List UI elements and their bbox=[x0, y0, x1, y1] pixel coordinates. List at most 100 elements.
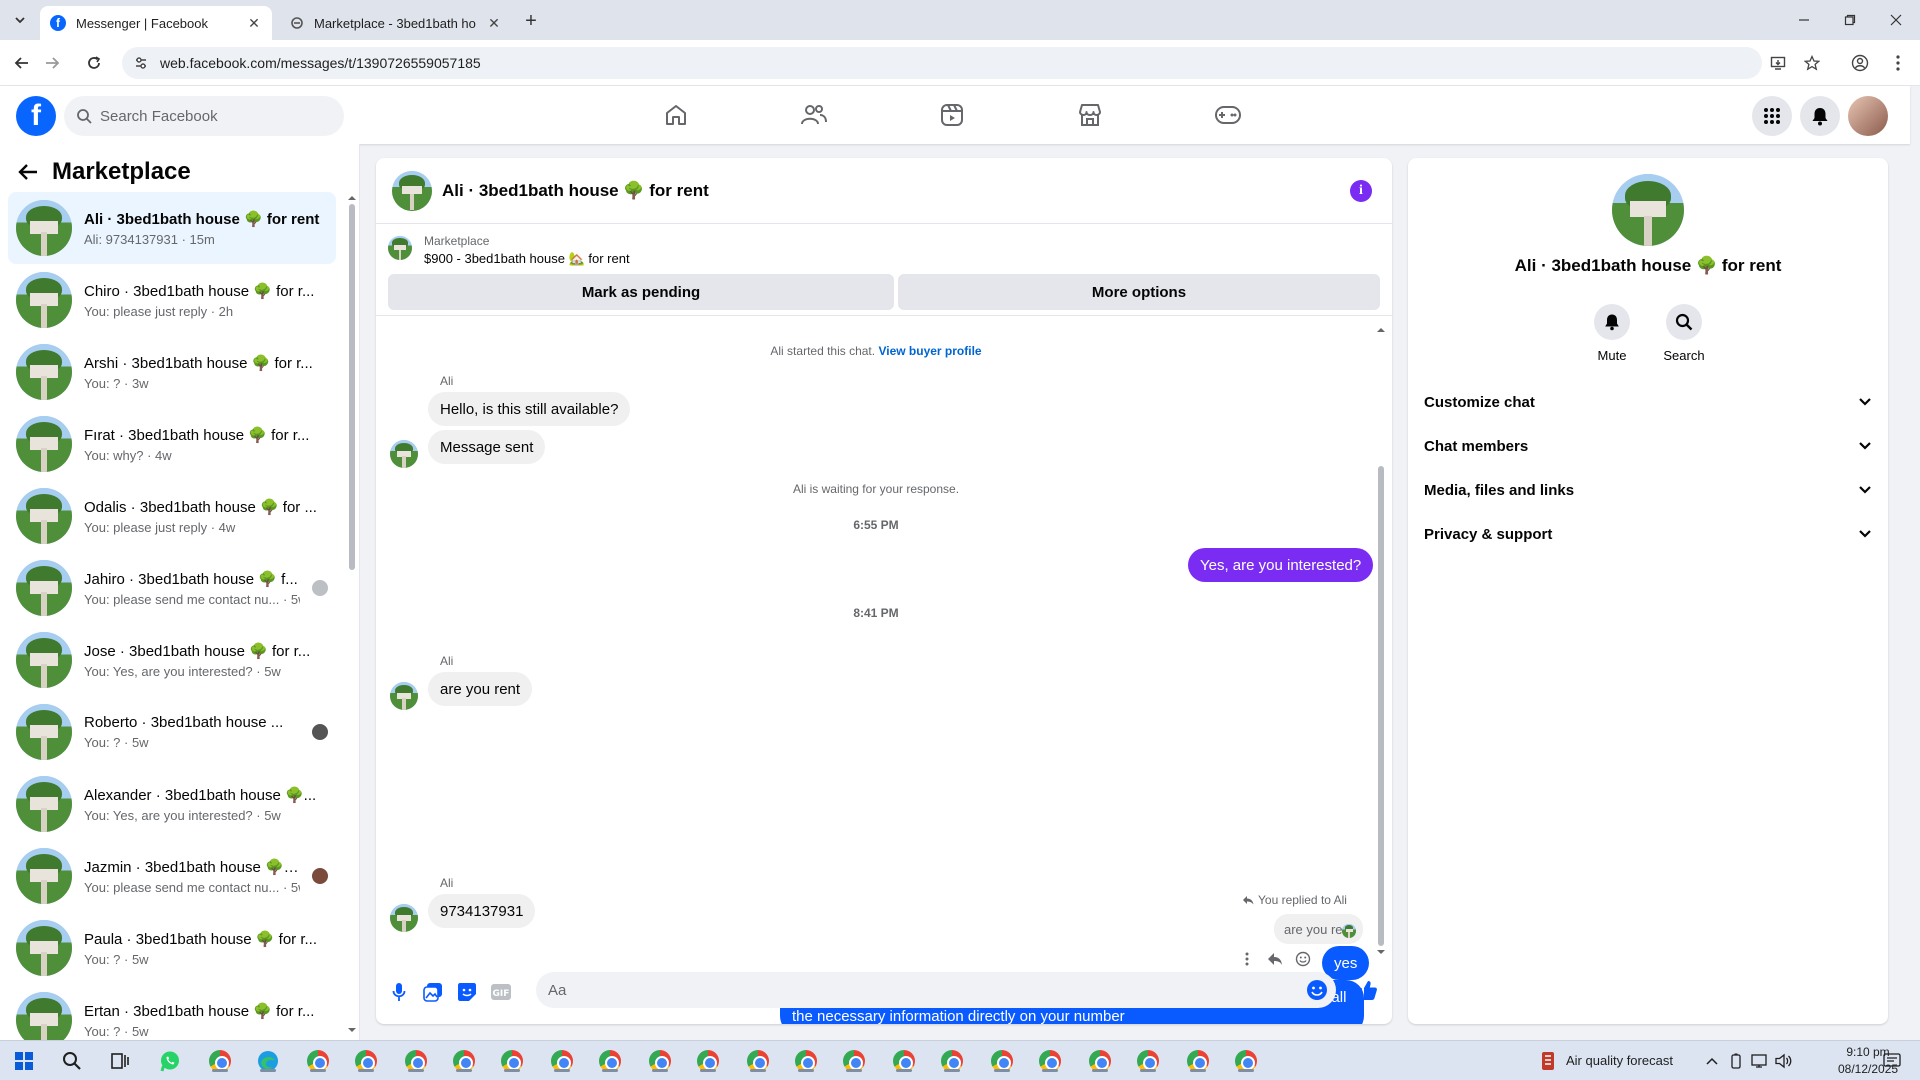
notifications-bell-icon[interactable] bbox=[1800, 96, 1840, 136]
conversation-item[interactable]: Ali · 3bed1bath house 🌳 for rent Ali: 973… bbox=[8, 192, 336, 264]
view-buyer-profile-link[interactable]: View buyer profile bbox=[878, 344, 981, 358]
chrome-window-icon[interactable] bbox=[696, 1049, 720, 1073]
chrome-window-icon[interactable] bbox=[892, 1049, 916, 1073]
conversation-item[interactable]: Chiro · 3bed1bath house 🌳 for r... You: p… bbox=[8, 264, 336, 336]
sender-avatar[interactable] bbox=[390, 904, 418, 932]
chrome-window-icon[interactable] bbox=[746, 1049, 770, 1073]
chrome-window-icon[interactable] bbox=[1186, 1049, 1210, 1073]
chat-scrollbar[interactable] bbox=[1376, 326, 1386, 956]
list-scrollbar[interactable] bbox=[348, 194, 356, 1034]
facebook-logo-icon[interactable]: f bbox=[16, 96, 56, 136]
conversation-item[interactable]: Arshi · 3bed1bath house 🌳 for r... You: ?… bbox=[8, 336, 336, 408]
listing-thumbnail[interactable] bbox=[388, 236, 412, 260]
tab-messenger[interactable]: f Messenger | Facebook ✕ bbox=[40, 6, 272, 40]
menu-grid-icon[interactable] bbox=[1752, 96, 1792, 136]
chrome-window-icon[interactable] bbox=[990, 1049, 1014, 1073]
whatsapp-icon[interactable] bbox=[158, 1049, 182, 1073]
chat-scrollbar-thumb[interactable] bbox=[1378, 466, 1384, 946]
close-window-icon[interactable] bbox=[1884, 8, 1908, 32]
sender-avatar[interactable] bbox=[390, 440, 418, 468]
emoji-picker-icon[interactable] bbox=[1306, 979, 1328, 1001]
task-view-icon[interactable] bbox=[108, 1049, 132, 1073]
details-avatar[interactable] bbox=[1612, 174, 1684, 246]
facebook-search-input[interactable]: Search Facebook bbox=[64, 96, 344, 136]
chat-avatar[interactable] bbox=[392, 170, 432, 211]
chrome-window-icon[interactable] bbox=[1136, 1049, 1160, 1073]
like-thumb-icon[interactable] bbox=[1356, 979, 1378, 1001]
chrome-window-icon[interactable] bbox=[550, 1049, 574, 1073]
tab-marketplace[interactable]: Marketplace - 3bed1bath house ✕ bbox=[280, 6, 512, 40]
chrome-window-icon[interactable] bbox=[1234, 1049, 1258, 1073]
chrome-window-icon[interactable] bbox=[452, 1049, 476, 1073]
chrome-window-icon[interactable] bbox=[648, 1049, 672, 1073]
info-icon[interactable]: i bbox=[1350, 180, 1372, 202]
show-hidden-icons-chevron-icon[interactable] bbox=[1700, 1049, 1724, 1073]
chrome-window-icon[interactable] bbox=[794, 1049, 818, 1073]
search-in-conversation-button[interactable]: Search bbox=[1654, 304, 1714, 363]
new-tab-button[interactable]: + bbox=[520, 10, 542, 32]
back-arrow-icon[interactable] bbox=[18, 163, 38, 181]
sticker-icon[interactable] bbox=[456, 981, 478, 1003]
customize-chat-section[interactable]: Customize chat bbox=[1424, 380, 1872, 424]
incoming-message[interactable]: 9734137931 bbox=[428, 894, 536, 928]
weather-widget-text[interactable]: Air quality forecast bbox=[1566, 1053, 1673, 1068]
chat-title[interactable]: Ali · 3bed1bath house 🌳 for rent bbox=[442, 181, 709, 201]
outgoing-message[interactable]: Yes, are you interested? bbox=[1188, 548, 1374, 582]
chat-members-section[interactable]: Chat members bbox=[1424, 424, 1872, 468]
windows-start-icon[interactable] bbox=[12, 1049, 36, 1073]
minimize-icon[interactable] bbox=[1792, 8, 1816, 32]
chrome-window-icon[interactable] bbox=[1088, 1049, 1112, 1073]
list-scrollbar-thumb[interactable] bbox=[349, 204, 355, 570]
chrome-window-icon[interactable] bbox=[842, 1049, 866, 1073]
install-app-icon[interactable] bbox=[1766, 51, 1790, 75]
account-avatar[interactable] bbox=[1848, 96, 1888, 136]
more-options-button[interactable]: More options bbox=[898, 274, 1380, 310]
conversation-item[interactable]: Jose · 3bed1bath house 🌳 for r... You: Ye… bbox=[8, 624, 336, 696]
nav-video-icon[interactable] bbox=[896, 94, 1008, 136]
mark-as-pending-button[interactable]: Mark as pending bbox=[388, 274, 894, 310]
nav-friends-icon[interactable] bbox=[758, 94, 870, 136]
nav-home-icon[interactable] bbox=[620, 94, 732, 136]
forward-icon[interactable] bbox=[40, 51, 64, 75]
back-icon[interactable] bbox=[10, 51, 34, 75]
notification-center-icon[interactable] bbox=[1880, 1049, 1904, 1073]
profile-icon[interactable] bbox=[1848, 51, 1872, 75]
chrome-window-icon[interactable] bbox=[1038, 1049, 1062, 1073]
conversation-item[interactable]: Paula · 3bed1bath house 🌳 for r... You: ?… bbox=[8, 912, 336, 984]
conversation-item[interactable]: Alexander · 3bed1bath house 🌳... You: Yes… bbox=[8, 768, 336, 840]
chrome-window-icon[interactable] bbox=[404, 1049, 428, 1073]
chrome-window-icon[interactable] bbox=[208, 1049, 232, 1073]
close-tab-icon[interactable]: ✕ bbox=[246, 15, 262, 31]
listing-title[interactable]: $900 - 3bed1bath house 🏡 for rent bbox=[424, 251, 630, 267]
browser-menu-icon[interactable] bbox=[1886, 51, 1910, 75]
incoming-message[interactable]: Message sent bbox=[428, 430, 546, 464]
restore-icon[interactable] bbox=[1838, 8, 1862, 32]
incoming-message[interactable]: are you rent bbox=[428, 672, 533, 706]
gif-icon[interactable]: GIF bbox=[490, 981, 512, 1003]
conversation-item[interactable]: Fırat · 3bed1bath house 🌳 for r... You: w… bbox=[8, 408, 336, 480]
weather-widget-icon[interactable] bbox=[1536, 1049, 1560, 1073]
edge-browser-icon[interactable] bbox=[256, 1049, 280, 1073]
conversation-item[interactable]: Jahiro · 3bed1bath house 🌳 f... You: plea… bbox=[8, 552, 336, 624]
reload-icon[interactable] bbox=[82, 51, 106, 75]
conversation-item[interactable]: Roberto · 3bed1bath house ... You: ? · 5w bbox=[8, 696, 336, 768]
nav-gaming-icon[interactable] bbox=[1172, 94, 1284, 136]
chrome-window-icon[interactable] bbox=[500, 1049, 524, 1073]
url-field[interactable]: web.facebook.com/messages/t/139072655905… bbox=[122, 47, 1762, 79]
message-input[interactable]: Aa bbox=[536, 972, 1336, 1008]
taskbar-search-icon[interactable] bbox=[60, 1049, 84, 1073]
privacy-support-section[interactable]: Privacy & support bbox=[1424, 512, 1872, 556]
nav-marketplace-icon[interactable] bbox=[1034, 94, 1146, 136]
incoming-message[interactable]: Hello, is this still available? bbox=[428, 392, 631, 426]
sender-avatar[interactable] bbox=[390, 682, 418, 710]
bookmark-star-icon[interactable] bbox=[1800, 51, 1824, 75]
conversation-item[interactable]: Jazmin · 3bed1bath house 🌳 ... You: pleas… bbox=[8, 840, 336, 912]
chrome-window-icon[interactable] bbox=[306, 1049, 330, 1073]
battery-icon[interactable] bbox=[1724, 1049, 1748, 1073]
attach-photo-icon[interactable] bbox=[422, 981, 444, 1003]
volume-icon[interactable] bbox=[1772, 1049, 1796, 1073]
chrome-window-icon[interactable] bbox=[354, 1049, 378, 1073]
close-tab-icon[interactable]: ✕ bbox=[486, 15, 502, 31]
chrome-window-icon[interactable] bbox=[940, 1049, 964, 1073]
chrome-window-icon[interactable] bbox=[598, 1049, 622, 1073]
